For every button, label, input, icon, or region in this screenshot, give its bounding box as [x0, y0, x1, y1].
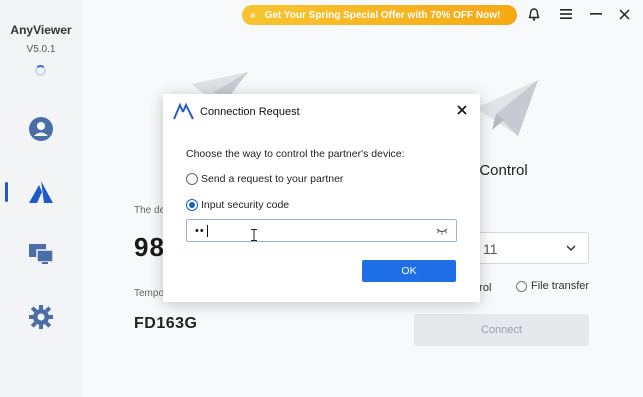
- dialog-title: Connection Request: [200, 106, 300, 118]
- anyviewer-logo-icon: [173, 102, 194, 120]
- close-icon[interactable]: [456, 104, 468, 116]
- security-code-option[interactable]: Input security code: [186, 199, 289, 211]
- user-icon[interactable]: [27, 115, 55, 143]
- minimize-icon[interactable]: [589, 7, 603, 21]
- app-version: V5.0.1: [26, 44, 56, 55]
- ok-button[interactable]: OK: [362, 260, 456, 282]
- security-code-label: Input security code: [201, 199, 290, 211]
- send-request-option[interactable]: Send a request to your partner: [186, 173, 343, 185]
- send-request-radio[interactable]: [186, 173, 198, 185]
- send-request-label: Send a request to your partner: [201, 173, 344, 185]
- bell-icon[interactable]: [527, 7, 541, 21]
- sidebar: AnyViewer V5.0.1: [0, 0, 82, 397]
- file-transfer-label: File transfer: [531, 280, 590, 292]
- loading-spinner-icon: [35, 65, 46, 76]
- security-code-radio[interactable]: [186, 199, 198, 211]
- text-caret: [207, 225, 208, 237]
- app-name: AnyViewer: [10, 23, 72, 37]
- double-arrow-icon: »: [250, 9, 256, 21]
- file-transfer-radio[interactable]: [516, 280, 527, 292]
- temporary-code: FD163G: [134, 315, 198, 332]
- monitor-icon[interactable]: [27, 240, 55, 268]
- partner-device-value: 11: [483, 241, 498, 257]
- connect-button[interactable]: Connect: [414, 314, 589, 346]
- menu-icon[interactable]: [559, 7, 573, 21]
- device-id-caption: The de: [134, 205, 166, 216]
- gear-icon[interactable]: [27, 303, 55, 331]
- active-indicator: [5, 182, 8, 202]
- hide-password-icon[interactable]: [436, 226, 448, 236]
- file-transfer-option[interactable]: File transfer: [516, 280, 589, 292]
- connection-request-dialog: Connection Request Choose the way to con…: [163, 94, 480, 302]
- security-code-input[interactable]: ••: [186, 219, 457, 242]
- mouse-cursor-icon: [251, 229, 257, 241]
- paper-plane-icon: [476, 80, 538, 136]
- promo-text: Get Your Spring Special Offer with 70% O…: [264, 9, 501, 21]
- security-code-value: ••: [195, 225, 205, 237]
- temporary-code-caption: Tempo: [134, 288, 165, 299]
- dialog-question: Choose the way to control the partner's …: [186, 148, 405, 160]
- close-icon[interactable]: [617, 7, 631, 21]
- chevron-down-icon: [566, 245, 576, 252]
- device-id: 98: [134, 232, 165, 262]
- promo-banner[interactable]: » Get Your Spring Special Offer with 70%…: [242, 5, 517, 25]
- anyviewer-logo-icon[interactable]: [27, 178, 55, 206]
